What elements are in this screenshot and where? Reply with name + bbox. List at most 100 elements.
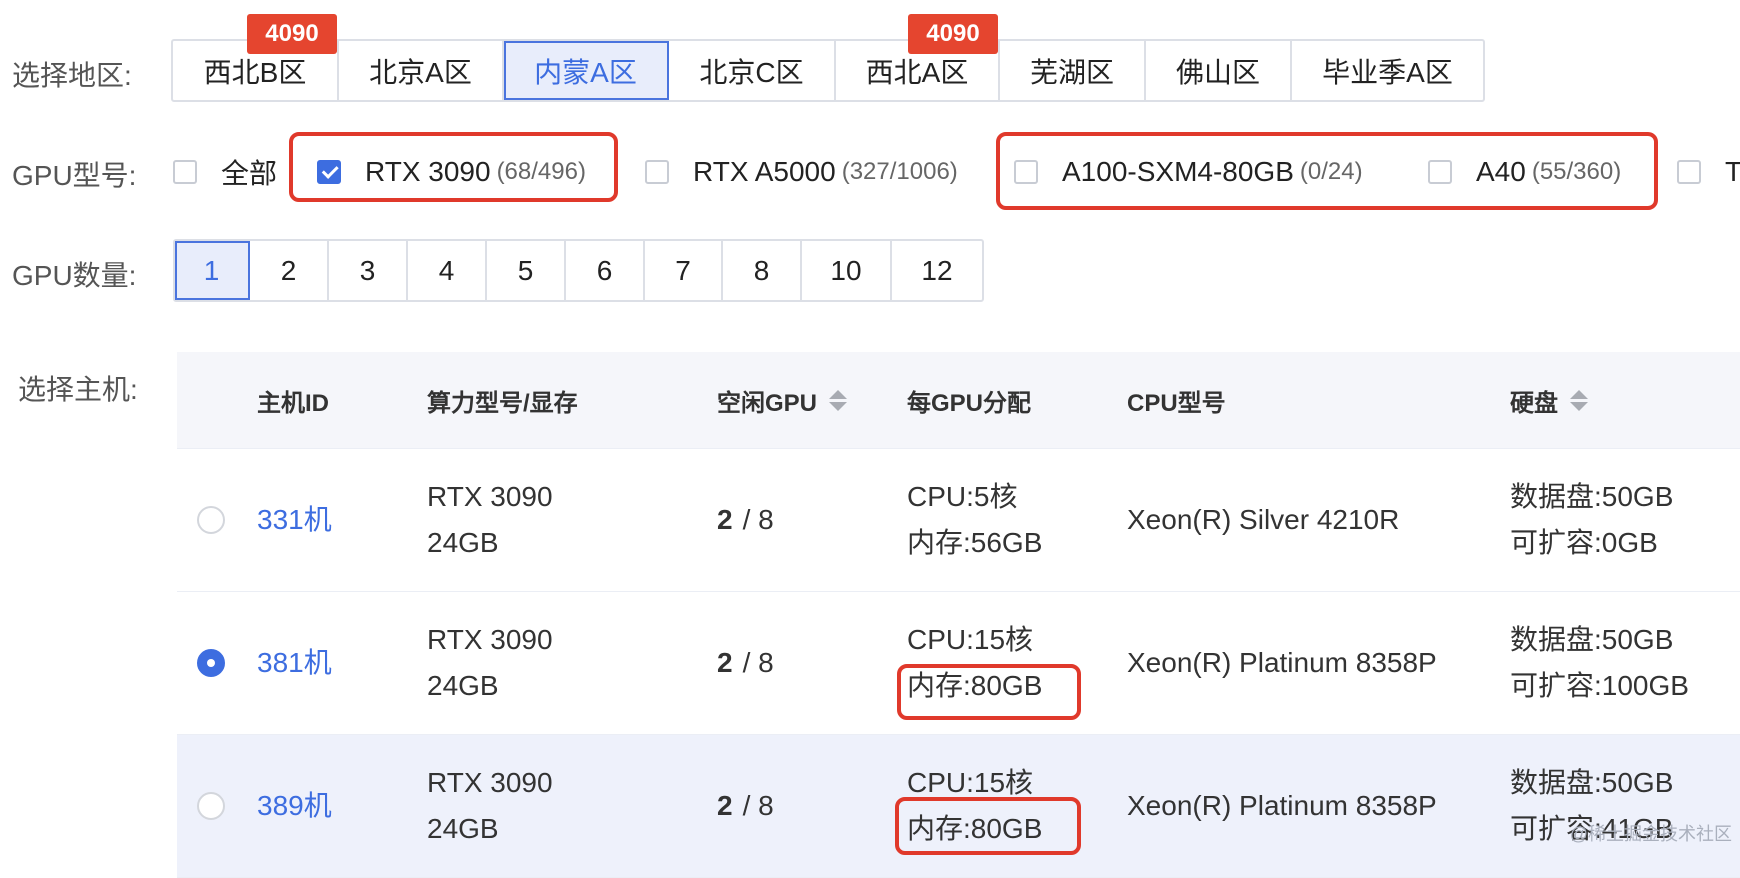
data-disk: 数据盘:50GB bbox=[1510, 760, 1673, 806]
region-tab-label: 北京A区 bbox=[369, 51, 472, 91]
gpu-qty-option-10[interactable]: 10 bbox=[802, 241, 892, 300]
region-tab-xibei-a[interactable]: 4090 西北A区 bbox=[836, 41, 1000, 100]
gpu-type-count: (68/496) bbox=[497, 158, 586, 186]
gpu-type-name: A40 bbox=[1476, 156, 1526, 188]
column-header-free-gpu[interactable]: 空闲GPU bbox=[717, 352, 847, 448]
gpu-qty-selector: 1 2 3 4 5 6 7 8 10 12 bbox=[173, 239, 984, 302]
region-tab-label: 西北B区 bbox=[204, 51, 307, 91]
model-cell: RTX 3090 24GB bbox=[427, 592, 553, 734]
checkbox-checked-icon[interactable] bbox=[317, 160, 341, 184]
region-tab-beijing-c[interactable]: 北京C区 bbox=[669, 41, 836, 100]
gpu-qty-option-12[interactable]: 12 bbox=[892, 241, 982, 300]
column-header-model: 算力型号/显存 bbox=[427, 352, 578, 448]
host-id-cell: 331机 bbox=[257, 449, 332, 591]
region-label: 选择地区: bbox=[12, 54, 132, 94]
region-tab-label: 佛山区 bbox=[1176, 51, 1260, 91]
gpu-type-count: (327/1006) bbox=[842, 158, 958, 186]
gpu-type-option-all[interactable]: 全部 bbox=[173, 150, 277, 194]
gpu-vram: 24GB bbox=[427, 806, 553, 852]
host-id-cell: 389机 bbox=[257, 735, 332, 877]
radio-button-selected[interactable] bbox=[197, 649, 225, 677]
region-tab-neimeng-a[interactable]: 内蒙A区 bbox=[504, 41, 669, 100]
table-header: 主机ID 算力型号/显存 空闲GPU 每GPU分配 CPU型号 硬盘 bbox=[177, 352, 1740, 449]
region-tab-biyeji-a[interactable]: 毕业季A区 bbox=[1292, 41, 1483, 100]
region-tab-beijing-a[interactable]: 北京A区 bbox=[339, 41, 504, 100]
gpu-type-name: RTX A5000 bbox=[693, 156, 836, 188]
column-header-disk-label: 硬盘 bbox=[1510, 383, 1558, 418]
region-tab-wuhu[interactable]: 芜湖区 bbox=[1000, 41, 1146, 100]
radio-button[interactable] bbox=[197, 506, 225, 534]
cpu-model-cell: Xeon(R) Platinum 8358P bbox=[1127, 735, 1437, 877]
host-id-link[interactable]: 389机 bbox=[257, 783, 332, 829]
host-id-link[interactable]: 331机 bbox=[257, 497, 332, 543]
gpu-qty-option-2[interactable]: 2 bbox=[250, 241, 329, 300]
model-cell: RTX 3090 24GB bbox=[427, 449, 553, 591]
free-gpu-count: 2 bbox=[717, 640, 733, 686]
cpu-model-cell: Xeon(R) Platinum 8358P bbox=[1127, 592, 1437, 734]
radio-button[interactable] bbox=[197, 792, 225, 820]
gpu-qty-option-5[interactable]: 5 bbox=[487, 241, 566, 300]
region-tab-label: 内蒙A区 bbox=[534, 51, 637, 91]
region-tab-label: 西北A区 bbox=[866, 51, 969, 91]
checkbox-icon[interactable] bbox=[1677, 160, 1701, 184]
gpu-model: RTX 3090 bbox=[427, 760, 553, 806]
disk-cell: 数据盘:50GB 可扩容:41GB bbox=[1510, 735, 1673, 877]
region-tab-label: 芜湖区 bbox=[1030, 51, 1114, 91]
host-id-link[interactable]: 381机 bbox=[257, 640, 332, 686]
data-disk: 数据盘:50GB bbox=[1510, 474, 1673, 520]
column-header-disk[interactable]: 硬盘 bbox=[1510, 352, 1588, 448]
gpu-vram: 24GB bbox=[427, 663, 553, 709]
gpu-vram: 24GB bbox=[427, 520, 553, 566]
table-row[interactable]: 331机 RTX 3090 24GB 2 / 8 CPU:5核 内存:56GB … bbox=[177, 449, 1740, 592]
gpu-type-label: GPU型号: bbox=[12, 154, 136, 194]
gpu-type-option-t[interactable]: T bbox=[1677, 150, 1740, 194]
sort-icon[interactable] bbox=[829, 390, 847, 411]
gpu-type-count: (55/360) bbox=[1532, 158, 1621, 186]
region-tabs: 4090 西北B区 北京A区 内蒙A区 北京C区 4090 西北A区 芜湖区 佛… bbox=[171, 39, 1485, 102]
total-gpu-count: / 8 bbox=[743, 783, 774, 829]
column-header-free-gpu-label: 空闲GPU bbox=[717, 383, 817, 418]
total-gpu-count: / 8 bbox=[743, 640, 774, 686]
cpu-model-cell: Xeon(R) Silver 4210R bbox=[1127, 449, 1399, 591]
region-tab-xibei-b[interactable]: 4090 西北B区 bbox=[173, 41, 339, 100]
gpu-qty-option-8[interactable]: 8 bbox=[723, 241, 802, 300]
mem-alloc: 内存:80GB bbox=[907, 806, 1042, 852]
table-row[interactable]: 389机 RTX 3090 24GB 2 / 8 CPU:15核 内存:80GB… bbox=[177, 735, 1740, 878]
gpu-qty-option-7[interactable]: 7 bbox=[645, 241, 723, 300]
mem-alloc: 内存:56GB bbox=[907, 520, 1042, 566]
gpu-type-name: T bbox=[1725, 156, 1740, 188]
table-row[interactable]: 381机 RTX 3090 24GB 2 / 8 CPU:15核 内存:80GB… bbox=[177, 592, 1740, 735]
region-tab-label: 毕业季A区 bbox=[1322, 51, 1453, 91]
sort-icon[interactable] bbox=[1570, 390, 1588, 411]
gpu-type-option-rtxa5000[interactable]: RTX A5000 (327/1006) bbox=[645, 150, 958, 194]
region-tab-label: 北京C区 bbox=[699, 51, 803, 91]
watermark: @稀土掘金技术社区 bbox=[1570, 820, 1732, 846]
gpu-type-name: 全部 bbox=[221, 152, 277, 192]
gpu-type-name: A100-SXM4-80GB bbox=[1062, 156, 1294, 188]
cpu-alloc: CPU:15核 bbox=[907, 617, 1042, 663]
free-gpu-cell: 2 / 8 bbox=[717, 449, 774, 591]
host-id-cell: 381机 bbox=[257, 592, 332, 734]
expandable-disk: 可扩容:100GB bbox=[1510, 663, 1689, 709]
column-header-host-id: 主机ID bbox=[257, 352, 329, 448]
free-gpu-cell: 2 / 8 bbox=[717, 735, 774, 877]
region-tab-foshan[interactable]: 佛山区 bbox=[1146, 41, 1292, 100]
column-header-per-gpu: 每GPU分配 bbox=[907, 352, 1031, 448]
per-gpu-cell: CPU:15核 内存:80GB bbox=[907, 735, 1042, 877]
gpu-model: RTX 3090 bbox=[427, 474, 553, 520]
checkbox-icon[interactable] bbox=[1428, 160, 1452, 184]
checkbox-icon[interactable] bbox=[645, 160, 669, 184]
per-gpu-cell: CPU:15核 内存:80GB bbox=[907, 592, 1042, 734]
gpu-qty-option-3[interactable]: 3 bbox=[329, 241, 408, 300]
checkbox-icon[interactable] bbox=[1014, 160, 1038, 184]
total-gpu-count: / 8 bbox=[743, 497, 774, 543]
gpu-type-option-a100[interactable]: A100-SXM4-80GB (0/24) bbox=[1014, 150, 1363, 194]
checkbox-icon[interactable] bbox=[173, 160, 197, 184]
gpu-qty-option-4[interactable]: 4 bbox=[408, 241, 487, 300]
expandable-disk: 可扩容:0GB bbox=[1510, 520, 1673, 566]
host-table: 主机ID 算力型号/显存 空闲GPU 每GPU分配 CPU型号 硬盘 331机 … bbox=[177, 352, 1740, 878]
gpu-qty-option-6[interactable]: 6 bbox=[566, 241, 645, 300]
gpu-type-option-a40[interactable]: A40 (55/360) bbox=[1428, 150, 1621, 194]
gpu-qty-option-1[interactable]: 1 bbox=[175, 241, 250, 300]
gpu-type-option-rtx3090[interactable]: RTX 3090 (68/496) bbox=[317, 150, 586, 194]
